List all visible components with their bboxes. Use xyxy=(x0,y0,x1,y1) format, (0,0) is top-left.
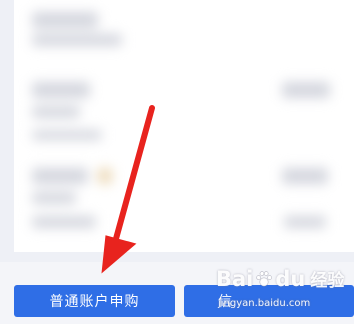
normal-account-subscribe-button[interactable]: 普通账户申购 xyxy=(14,285,175,317)
blurred-row xyxy=(32,34,122,46)
blurred-row xyxy=(98,168,112,184)
blurred-row xyxy=(282,82,330,98)
blurred-row xyxy=(32,130,102,140)
blurred-row xyxy=(282,168,328,184)
blurred-row xyxy=(284,216,326,228)
blurred-content xyxy=(14,0,354,252)
blurred-row xyxy=(32,106,80,118)
blurred-row xyxy=(32,168,88,184)
credit-account-subscribe-button[interactable]: 信 xyxy=(184,285,354,317)
blurred-row xyxy=(32,216,96,228)
blurred-row xyxy=(32,192,76,204)
blurred-content-card xyxy=(14,0,354,252)
blurred-row xyxy=(32,82,90,98)
blurred-row xyxy=(32,12,98,28)
app-page: 普通账户申购 信 Bai du 经验 jingyan.baidu.com xyxy=(0,0,354,324)
